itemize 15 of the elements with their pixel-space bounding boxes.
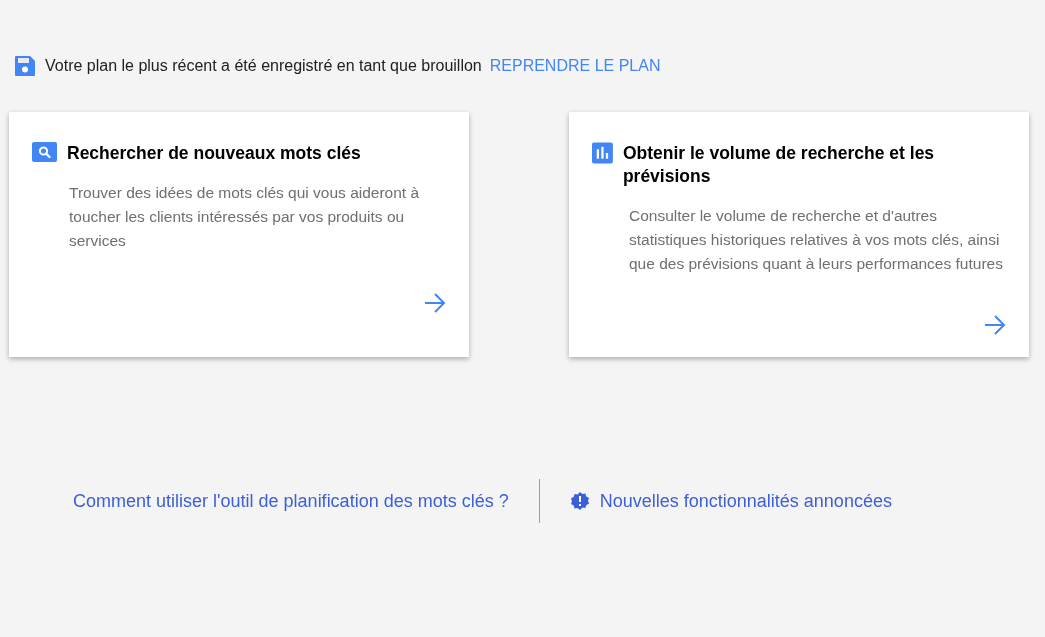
option-card[interactable] [569,112,1029,357]
announcement-link[interactable]: Nouvelles fonctionnalités annoncées [569,487,892,515]
badge-alert-icon [569,491,590,511]
arrow-right-icon[interactable] [984,315,1006,335]
resume-plan-link[interactable]: REPRENDRE LE PLAN [489,54,661,78]
draft-message: Votre plan le plus récent a été enregistré en tant que brouillon [45,56,482,76]
bar-chart-icon [592,142,613,164]
card-description: Trouver des idées de mots clés qui vous aideront à toucher les clients intéressés par vos produits ou services [69,183,421,251]
card-title: Rechercher de nouveaux mots clés [67,142,361,165]
help-link[interactable]: Comment utiliser l'outil de planification des mots clés ? [73,487,509,515]
card-title: Obtenir le volume de recherche et les prévisions [622,142,936,188]
card-description: Consulter le volume de recherche et d'autres statistiques historiques relatives à vos mots clés, ainsi que des prévisions quant à leurs performances futures [629,206,1004,274]
option-card[interactable]: Rechercher de nouveaux mots clés Trouver des idées de mots clés qui vous aideront à toucher les clients intéressés par vos produits ou services [9,112,469,357]
search-icon [32,142,57,162]
arrow-right-icon[interactable] [424,293,446,313]
